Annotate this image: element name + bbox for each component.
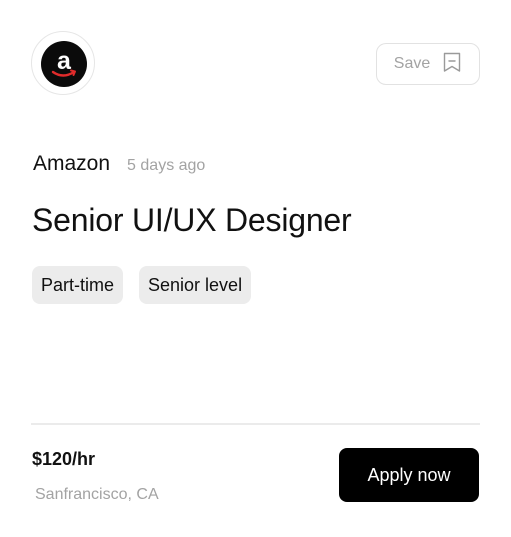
svg-text:a: a bbox=[57, 47, 72, 75]
job-title: Senior UI/UX Designer bbox=[32, 202, 352, 238]
job-card: a Save Amazon 5 days ago Senior UI/UX De… bbox=[0, 0, 511, 537]
job-tags: Part-time Senior level bbox=[32, 266, 252, 304]
amazon-logo-icon: a bbox=[41, 41, 87, 87]
company-logo: a bbox=[31, 31, 95, 95]
divider bbox=[31, 423, 480, 425]
company-name: Amazon bbox=[33, 152, 111, 175]
hourly-rate: $120/hr bbox=[32, 449, 96, 469]
save-button[interactable]: Save bbox=[376, 43, 480, 85]
apply-now-button[interactable]: Apply now bbox=[339, 448, 479, 502]
company-row: Amazon 5 days ago bbox=[33, 152, 205, 176]
tag-seniority: Senior level bbox=[139, 266, 252, 304]
save-button-label: Save bbox=[393, 55, 431, 72]
bookmark-icon bbox=[442, 51, 462, 78]
tag-employment-type: Part-time bbox=[32, 266, 124, 304]
job-location: Sanfrancisco, CA bbox=[35, 486, 159, 503]
posted-time: 5 days ago bbox=[127, 157, 206, 174]
